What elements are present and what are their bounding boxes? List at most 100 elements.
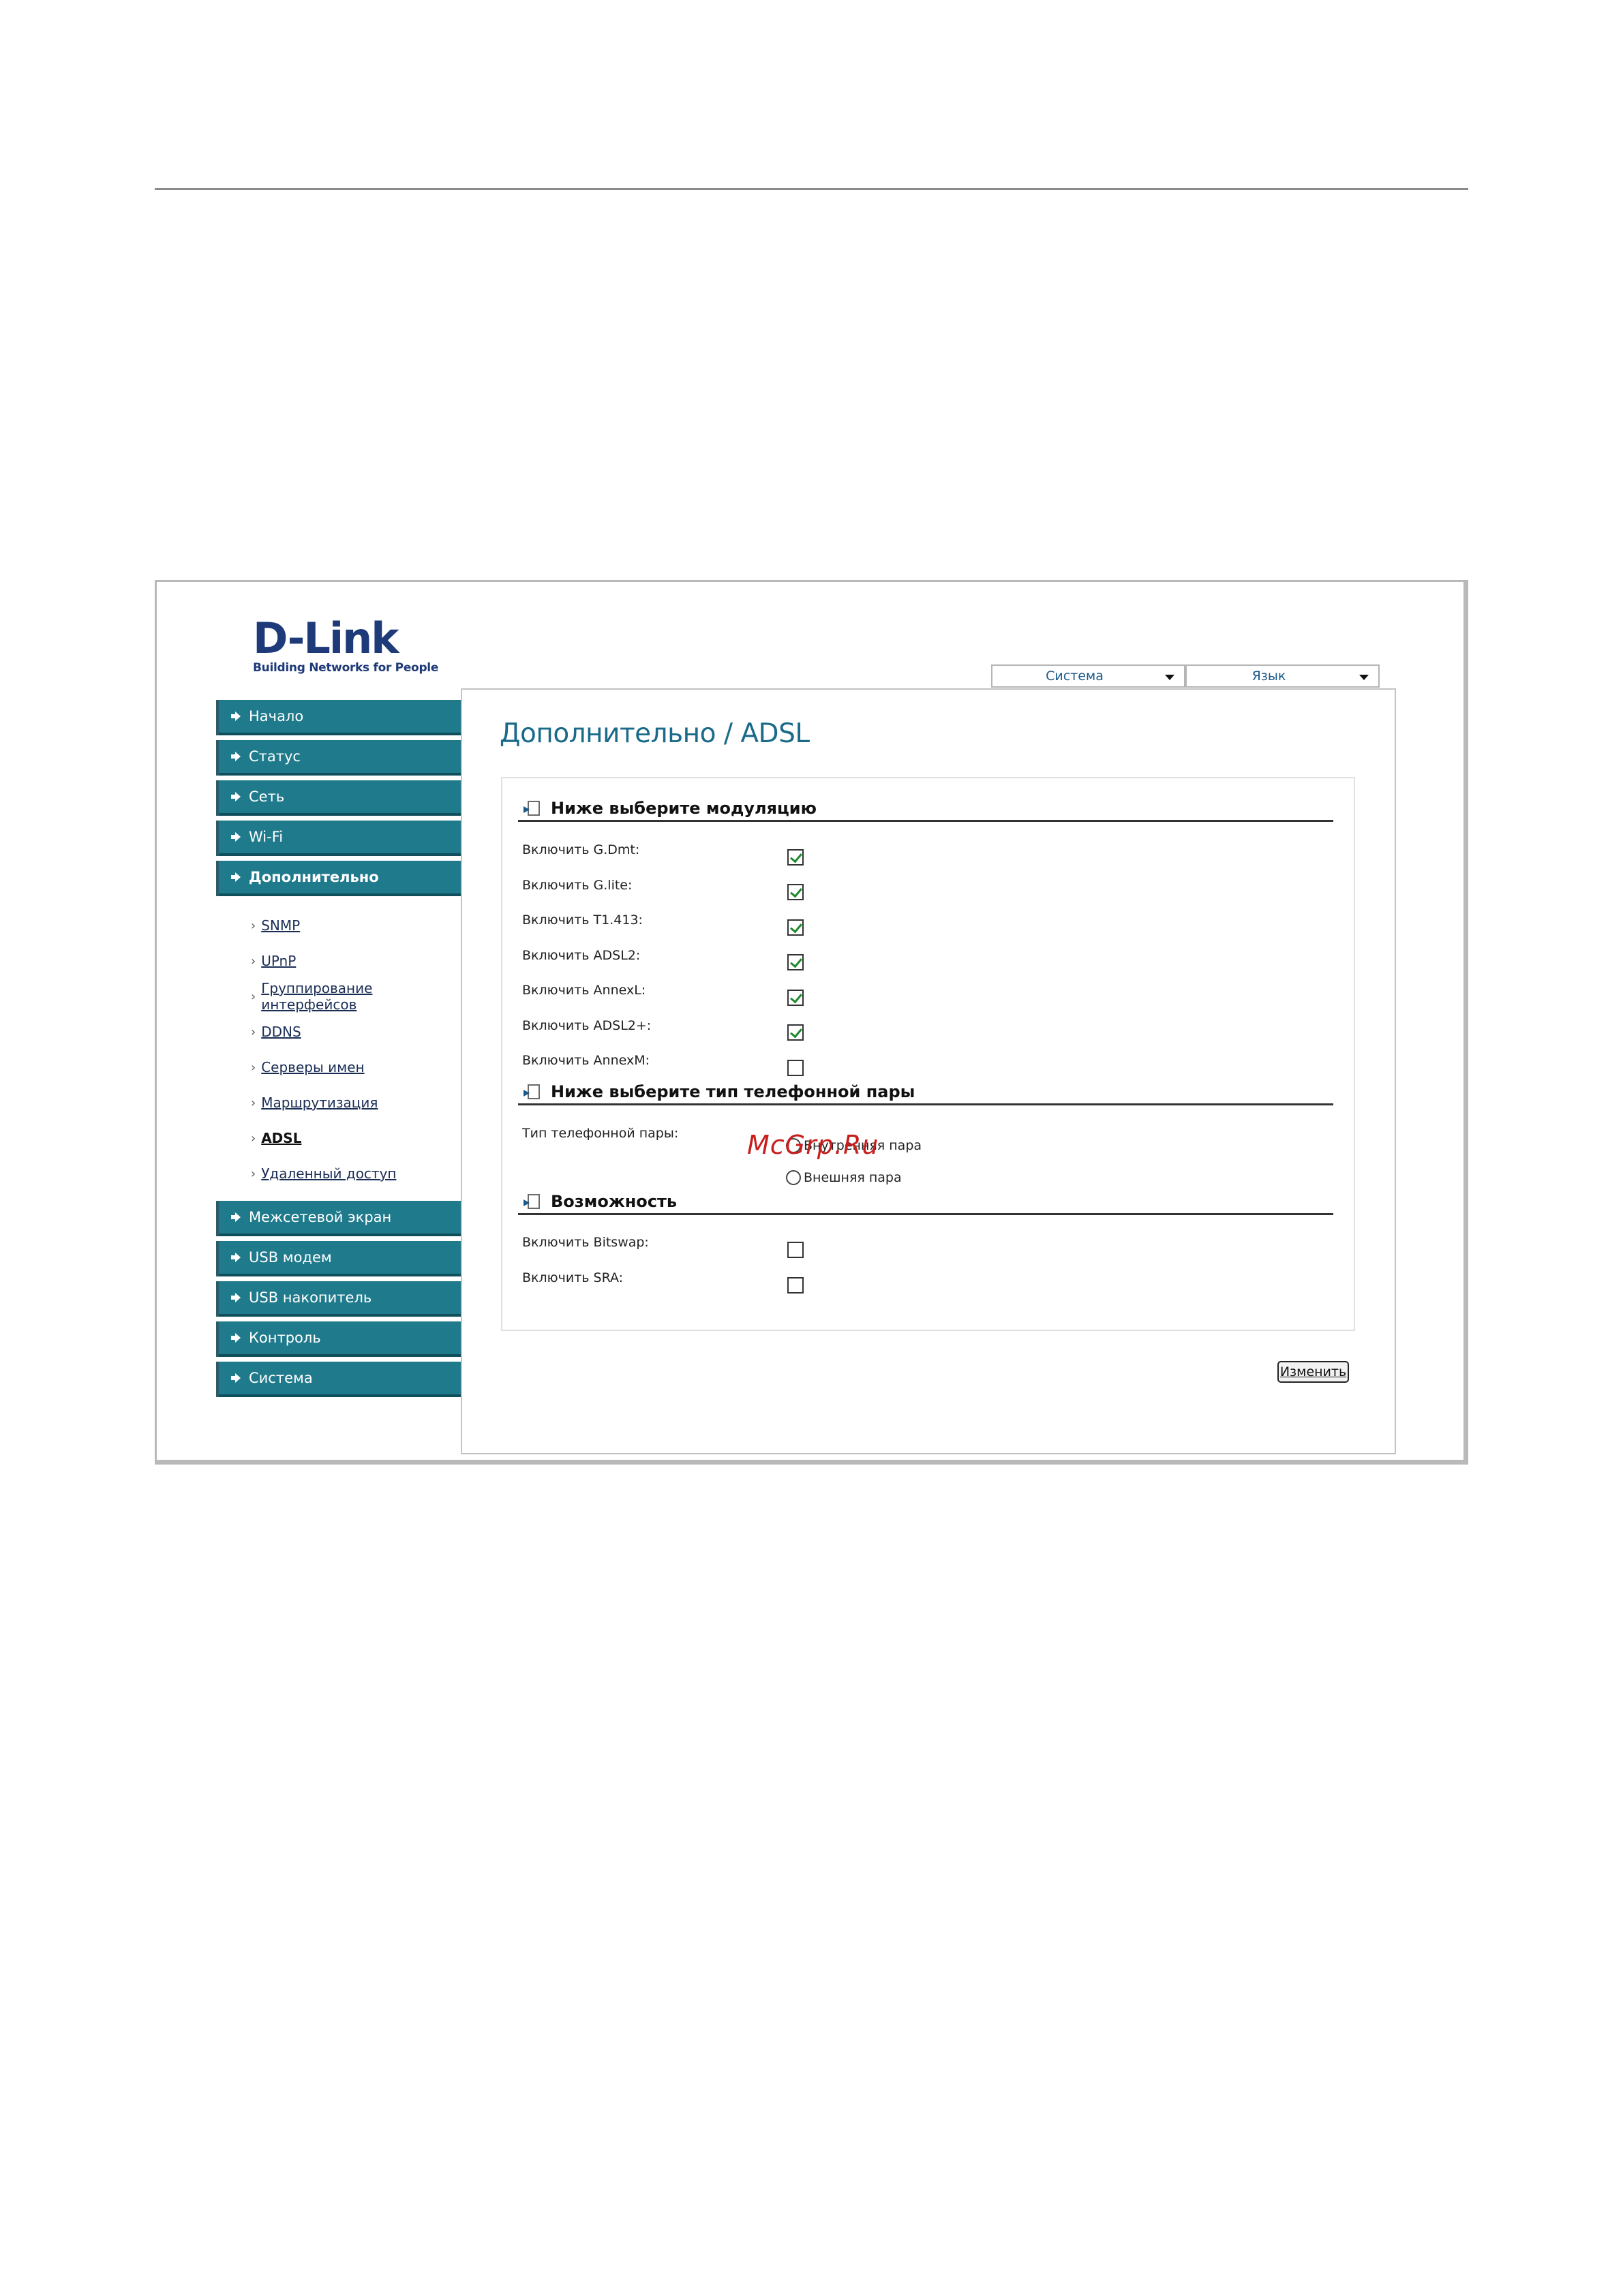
adsl2-checkbox[interactable] <box>787 954 804 970</box>
chevron-down-icon <box>1165 675 1174 680</box>
sidebar-item-label: Межсетевой экран <box>249 1209 392 1225</box>
sidebar-subnav: › SNMP › UPnP › Группирование интерфейсо… <box>219 901 461 1201</box>
language-menu-label: Язык <box>1252 669 1286 684</box>
option-label: Включить SRA: <box>522 1270 624 1285</box>
option-label: Включить AnnexM: <box>522 1053 650 1068</box>
language-menu-dropdown[interactable]: Язык <box>1185 664 1380 688</box>
option-row-gdmt: Включить G.Dmt: <box>522 840 789 860</box>
section-pair-header: Ниже выберите тип телефонной пары <box>518 1080 1333 1105</box>
chevron-right-icon: › <box>251 953 256 968</box>
document-arrow-icon <box>524 800 540 816</box>
gdmt-checkbox[interactable] <box>787 849 804 866</box>
arrow-right-icon <box>231 1253 241 1262</box>
arrow-right-icon <box>231 792 241 801</box>
option-row-sra: Включить SRA: <box>522 1268 789 1288</box>
arrow-right-icon <box>231 1293 241 1302</box>
option-row-adsl2: Включить ADSL2: <box>522 945 789 966</box>
sidebar-item-label: Сеть <box>249 789 285 805</box>
sidebar-item-home[interactable]: Начало <box>216 700 461 735</box>
section-title: Ниже выберите тип телефонной пары <box>551 1082 915 1101</box>
dlink-logo: D-Link Building Networks for People <box>253 617 438 675</box>
sidebar: Начало Статус Сеть Wi-Fi Дополнительно ›… <box>216 700 461 1402</box>
watermark-text: McGrp.Ru <box>747 1130 879 1160</box>
subnav-item-interface-grouping[interactable]: › Группирование интерфейсов <box>219 979 461 1014</box>
pair-option-label: Внешняя пара <box>804 1170 902 1185</box>
arrow-right-icon <box>231 1212 241 1222</box>
subnav-link[interactable]: Маршрутизация <box>261 1095 378 1111</box>
option-row-annexm: Включить AnnexM: <box>522 1050 789 1071</box>
sidebar-item-label: Начало <box>249 708 304 724</box>
chevron-right-icon: › <box>251 1060 256 1075</box>
sidebar-item-firewall[interactable]: Межсетевой экран <box>216 1201 461 1236</box>
bitswap-checkbox[interactable] <box>787 1242 804 1258</box>
section-modulation-header: Ниже выберите модуляцию <box>518 796 1333 822</box>
chevron-right-icon: › <box>251 1166 256 1181</box>
option-row-glite: Включить G.lite: <box>522 875 789 896</box>
subnav-link[interactable]: UPnP <box>261 953 296 969</box>
chevron-right-icon: › <box>251 1131 256 1146</box>
document-arrow-icon <box>524 1084 540 1099</box>
subnav-item-name-servers[interactable]: › Серверы имен <box>219 1050 461 1085</box>
chevron-right-icon: › <box>251 1095 256 1110</box>
subnav-link[interactable]: Серверы имен <box>261 1059 364 1075</box>
sidebar-item-control[interactable]: Контроль <box>216 1321 461 1357</box>
subnav-link[interactable]: Удаленный доступ <box>261 1165 396 1182</box>
chevron-right-icon: › <box>251 989 256 1004</box>
option-label: Включить ADSL2+: <box>522 1018 652 1033</box>
option-label: Включить T1.413: <box>522 913 643 928</box>
section-features-header: Возможность <box>518 1189 1333 1215</box>
page-title: Дополнительно / ADSL <box>500 718 810 749</box>
arrow-right-icon <box>231 1373 241 1383</box>
sidebar-item-network[interactable]: Сеть <box>216 780 461 816</box>
subnav-link[interactable]: ADSL <box>261 1130 301 1146</box>
sidebar-item-label: Контроль <box>249 1330 321 1346</box>
subnav-link[interactable]: DDNS <box>261 1024 301 1040</box>
sidebar-item-label: Система <box>249 1370 313 1386</box>
section-title: Возможность <box>551 1191 678 1211</box>
system-menu-label: Система <box>1046 669 1104 684</box>
subnav-link[interactable]: SNMP <box>261 917 300 934</box>
t1413-checkbox[interactable] <box>787 919 804 936</box>
subnav-link[interactable]: Группирование интерфейсов <box>261 980 461 1013</box>
option-label: Включить Bitswap: <box>522 1235 649 1250</box>
adsl2plus-checkbox[interactable] <box>787 1024 804 1041</box>
option-row-bitswap: Включить Bitswap: <box>522 1232 789 1253</box>
arrow-right-icon <box>231 832 241 842</box>
pair-external-radio[interactable] <box>786 1170 801 1185</box>
sidebar-item-usb-storage[interactable]: USB накопитель <box>216 1281 461 1317</box>
sidebar-item-system[interactable]: Система <box>216 1362 461 1397</box>
option-row-annexl: Включить AnnexL: <box>522 980 789 1000</box>
annexl-checkbox[interactable] <box>787 990 804 1006</box>
sidebar-item-label: Дополнительно <box>249 869 379 885</box>
sidebar-item-label: USB модем <box>249 1249 332 1266</box>
option-row-adsl2plus: Включить ADSL2+: <box>522 1015 789 1036</box>
arrow-right-icon <box>231 1333 241 1343</box>
subnav-item-snmp[interactable]: › SNMP <box>219 908 461 943</box>
glite-checkbox[interactable] <box>787 884 804 900</box>
subnav-item-ddns[interactable]: › DDNS <box>219 1014 461 1050</box>
system-menu-dropdown[interactable]: Система <box>991 664 1185 688</box>
logo-tagline: Building Networks for People <box>253 661 439 675</box>
subnav-item-remote-access[interactable]: › Удаленный доступ <box>219 1156 461 1191</box>
arrow-right-icon <box>231 872 241 882</box>
option-label: Включить AnnexL: <box>522 983 646 998</box>
arrow-right-icon <box>231 711 241 721</box>
sidebar-item-status[interactable]: Статус <box>216 740 461 776</box>
sidebar-item-usb-modem[interactable]: USB модем <box>216 1241 461 1276</box>
subnav-item-routing[interactable]: › Маршрутизация <box>219 1085 461 1120</box>
subnav-item-adsl[interactable]: › ADSL <box>219 1120 461 1156</box>
option-label: Включить G.Dmt: <box>522 842 640 857</box>
subnav-item-upnp[interactable]: › UPnP <box>219 943 461 979</box>
annexm-checkbox[interactable] <box>787 1060 804 1076</box>
chevron-right-icon: › <box>251 918 256 933</box>
chevron-right-icon: › <box>251 1024 256 1039</box>
sidebar-item-advanced[interactable]: Дополнительно <box>216 861 461 896</box>
sidebar-item-wifi[interactable]: Wi-Fi <box>216 821 461 856</box>
sidebar-item-label: USB накопитель <box>249 1289 372 1306</box>
change-button[interactable]: Изменить <box>1277 1361 1349 1383</box>
section-title: Ниже выберите модуляцию <box>551 798 817 818</box>
document-arrow-icon <box>524 1193 540 1209</box>
logo-brand: D-Link <box>253 613 399 663</box>
sra-checkbox[interactable] <box>787 1277 804 1294</box>
pair-external-option[interactable]: Внешняя пара <box>786 1167 902 1188</box>
